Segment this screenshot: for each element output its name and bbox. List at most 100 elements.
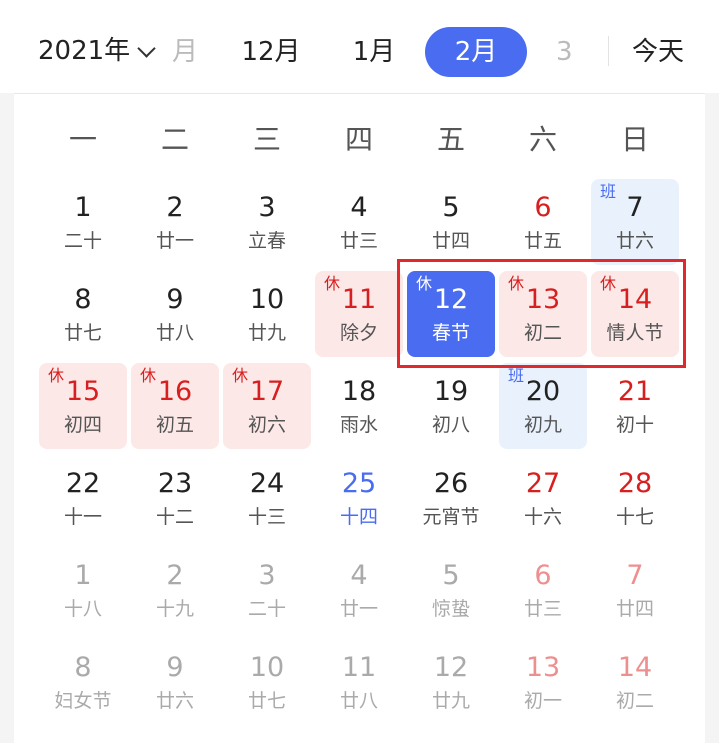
day-number: 16: [157, 376, 193, 407]
day-cell-next-month[interactable]: 5 惊蛰: [407, 547, 495, 633]
day-cell[interactable]: 18 雨水: [315, 363, 403, 449]
lunar-label: 二十: [247, 598, 286, 620]
day-cell[interactable]: 23 十二: [131, 455, 219, 541]
weekday-tue: 二: [160, 123, 189, 156]
day-cell-holiday[interactable]: 休 15 初四: [39, 363, 127, 449]
lunar-label: 廿三: [339, 230, 378, 252]
lunar-label: 初六: [247, 414, 286, 436]
chevron-down-icon: [137, 38, 156, 58]
day-number: 4: [350, 560, 368, 591]
month-tab-february[interactable]: 2月: [425, 27, 527, 77]
day-cell[interactable]: 9 廿八: [131, 271, 219, 357]
lunar-label: 十一: [63, 506, 102, 528]
divider: [608, 36, 609, 66]
day-number: 1: [74, 560, 92, 591]
day-cell-workday[interactable]: 班 20 初九: [499, 363, 587, 449]
month-tab-january[interactable]: 1月: [336, 27, 412, 77]
lunar-label: 廿四: [431, 230, 470, 252]
lunar-label: 初五: [155, 414, 194, 436]
day-number: 8: [74, 652, 92, 683]
day-cell-next-month[interactable]: 1 十八: [39, 547, 127, 633]
lunar-label: 十二: [155, 506, 194, 528]
lunar-label: 十四: [339, 506, 378, 528]
lunar-label: 十三: [247, 506, 286, 528]
day-cell[interactable]: 5 廿四: [407, 179, 495, 265]
day-cell-next-month[interactable]: 7 廿四: [591, 547, 679, 633]
day-cell[interactable]: 21 初十: [591, 363, 679, 449]
day-number: 14: [617, 652, 653, 683]
day-number: 18: [341, 376, 377, 407]
day-cell-holiday[interactable]: 休 17 初六: [223, 363, 311, 449]
day-cell-next-month[interactable]: 10 廿七: [223, 639, 311, 725]
lunar-label: 廿七: [63, 322, 102, 344]
month-navigation-bar: 2021年 月 12月 1月 2月 3月 今天: [0, 0, 719, 93]
weekday-fri: 五: [436, 123, 465, 156]
day-number: 6: [534, 560, 552, 591]
day-number: 8: [74, 284, 92, 315]
lunar-label: 雨水: [339, 414, 378, 436]
day-cell[interactable]: 2 廿一: [131, 179, 219, 265]
day-cell-next-month[interactable]: 3 二十: [223, 547, 311, 633]
today-button[interactable]: 今天: [632, 27, 684, 77]
day-cell-next-month[interactable]: 12 廿九: [407, 639, 495, 725]
day-cell[interactable]: 8 廿七: [39, 271, 127, 357]
day-number: 4: [350, 192, 368, 223]
day-number: 23: [157, 468, 193, 499]
day-cell[interactable]: 3 立春: [223, 179, 311, 265]
month-tab-november[interactable]: 月: [172, 27, 196, 77]
day-number: 3: [258, 560, 276, 591]
lunar-label: 十八: [63, 598, 102, 620]
day-cell-next-month[interactable]: 13 初一: [499, 639, 587, 725]
month-tab-december[interactable]: 12月: [233, 27, 309, 77]
day-cell-next-month[interactable]: 11 廿八: [315, 639, 403, 725]
lunar-label: 廿七: [247, 690, 286, 712]
lunar-label: 初十: [615, 414, 654, 436]
day-number: 28: [617, 468, 653, 499]
day-number: 15: [65, 376, 101, 407]
day-number: 11: [341, 652, 377, 683]
day-number: 22: [65, 468, 101, 499]
day-cell-workday[interactable]: 班 7 廿六: [591, 179, 679, 265]
weekday-thu: 四: [344, 123, 373, 156]
weekday-sun: 日: [620, 123, 649, 156]
lunar-label: 十七: [615, 506, 654, 528]
weekday-wed: 三: [252, 123, 281, 156]
lunar-label: 初一: [523, 690, 562, 712]
day-cell-next-month[interactable]: 9 廿六: [131, 639, 219, 725]
day-cell-next-month[interactable]: 8 妇女节: [39, 639, 127, 725]
lunar-label: 初四: [63, 414, 102, 436]
weekday-mon: 一: [68, 123, 97, 156]
day-cell[interactable]: 6 廿五: [499, 179, 587, 265]
day-cell[interactable]: 22 十一: [39, 455, 127, 541]
day-cell-next-month[interactable]: 6 廿三: [499, 547, 587, 633]
day-cell[interactable]: 19 初八: [407, 363, 495, 449]
day-cell[interactable]: 1 二十: [39, 179, 127, 265]
lunar-label: 初八: [431, 414, 470, 436]
lunar-label: 立春: [247, 230, 286, 252]
day-number: 1: [74, 192, 92, 223]
day-cell[interactable]: 26 元宵节: [407, 455, 495, 541]
lunar-label: 十九: [155, 598, 194, 620]
year-selector[interactable]: 2021年: [38, 30, 156, 72]
day-cell[interactable]: 28 十七: [591, 455, 679, 541]
day-cell-next-month[interactable]: 2 十九: [131, 547, 219, 633]
lunar-label: 廿一: [339, 598, 378, 620]
day-number: 6: [534, 192, 552, 223]
day-cell-next-month[interactable]: 4 廿一: [315, 547, 403, 633]
month-tab-march[interactable]: 3月: [556, 27, 582, 77]
day-number: 21: [617, 376, 653, 407]
day-number: 9: [166, 652, 184, 683]
day-cell[interactable]: 24 十三: [223, 455, 311, 541]
day-cell[interactable]: 27 十六: [499, 455, 587, 541]
lunar-label: 除夕: [339, 322, 378, 344]
day-cell-next-month[interactable]: 14 初二: [591, 639, 679, 725]
day-cell-holiday[interactable]: 休 16 初五: [131, 363, 219, 449]
day-cell-today[interactable]: 25 十四: [315, 455, 403, 541]
weekday-sat: 六: [528, 123, 557, 156]
lunar-label: 惊蛰: [431, 598, 470, 620]
day-number: 20: [525, 376, 561, 407]
day-cell-holiday[interactable]: 休 11 除夕: [315, 271, 403, 357]
day-cell[interactable]: 4 廿三: [315, 179, 403, 265]
day-number: 12: [433, 652, 469, 683]
day-cell[interactable]: 10 廿九: [223, 271, 311, 357]
